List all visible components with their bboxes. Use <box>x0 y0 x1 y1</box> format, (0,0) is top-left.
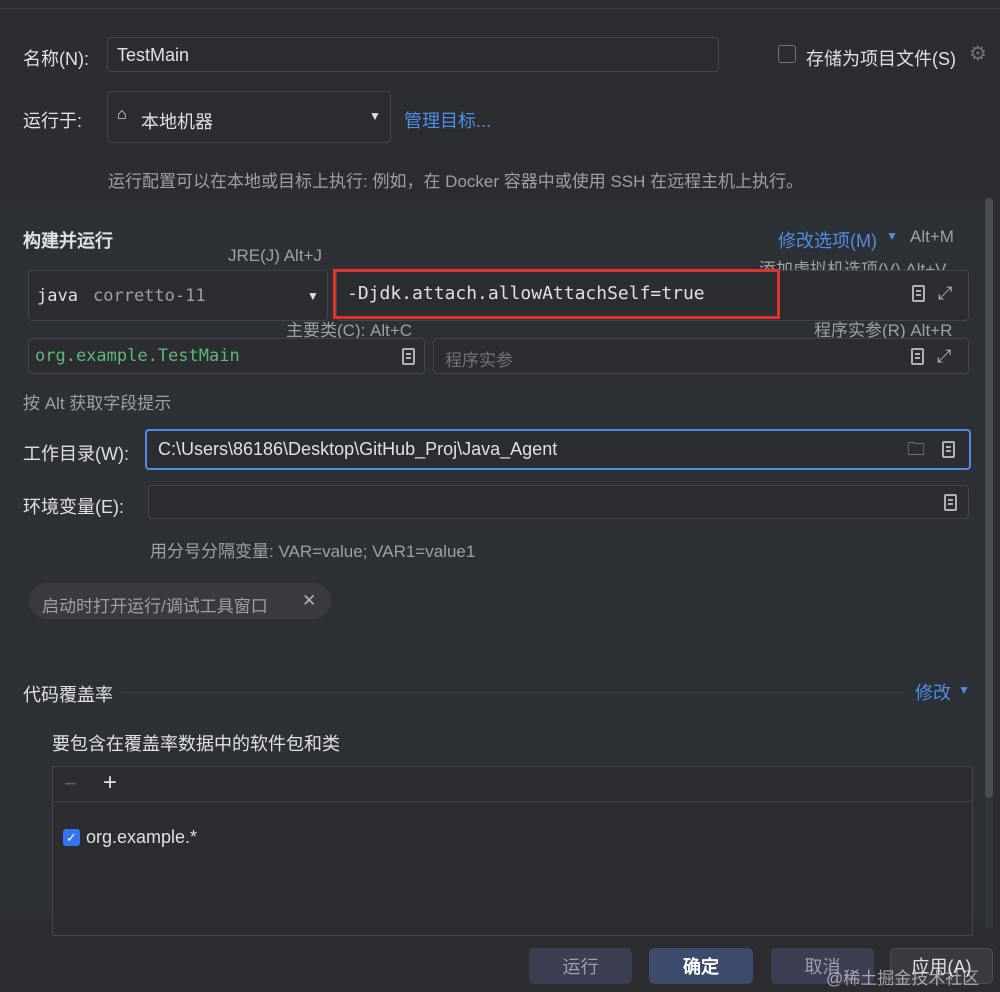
main-class-field[interactable]: org.example.TestMain <box>28 338 425 374</box>
name-label: 名称(N): <box>23 49 89 69</box>
env-field[interactable] <box>148 485 969 519</box>
open-tool-window-chip[interactable]: 启动时打开运行/调试工具窗口 ✕ <box>29 583 331 619</box>
home-icon: ⌂ <box>117 106 127 123</box>
alt-hint: 按 Alt 获取字段提示 <box>23 394 172 413</box>
env-hint: 用分号分隔变量: VAR=value; VAR1=value1 <box>150 542 476 561</box>
coverage-divider <box>122 692 904 693</box>
scrollbar-track[interactable] <box>985 198 993 928</box>
maximize-icon[interactable]: ⤢ <box>937 347 951 365</box>
run-on-hint: 运行配置可以在本地或目标上执行: 例如，在 Docker 容器中或使用 SSH … <box>108 172 804 191</box>
chevron-down-icon: ▼ <box>369 109 381 123</box>
chevron-down-icon: ▼ <box>307 289 319 303</box>
coverage-modify-link[interactable]: 修改 <box>915 679 951 705</box>
jre-value: corretto-11 <box>93 286 206 306</box>
top-divider <box>0 8 1000 9</box>
modify-shortcut: Alt+M <box>910 227 954 246</box>
coverage-item-checkbox[interactable]: ✓ <box>63 829 80 846</box>
chip-label: 启动时打开运行/调试工具窗口 <box>42 597 268 616</box>
close-icon[interactable]: ✕ <box>302 592 316 609</box>
name-value: TestMain <box>117 45 190 65</box>
jre-prefix: java <box>37 286 78 306</box>
run-target-select[interactable]: ⌂ 本地机器 ▼ <box>107 91 391 143</box>
gear-icon[interactable]: ⚙ <box>969 44 987 64</box>
run-button[interactable]: 运行 <box>529 948 632 984</box>
browse-class-icon[interactable] <box>402 348 415 365</box>
folder-icon[interactable]: 🗀 <box>907 440 925 458</box>
build-run-title: 构建并运行 <box>23 231 113 251</box>
expand-text-icon[interactable] <box>911 348 924 365</box>
coverage-chevron-icon: ▼ <box>958 683 970 697</box>
add-button[interactable]: + <box>103 769 117 797</box>
workdir-field[interactable]: C:\Users\86186\Desktop\GitHub_Proj\Java_… <box>145 429 971 470</box>
coverage-subtitle: 要包含在覆盖率数据中的软件包和类 <box>52 734 340 754</box>
vm-options-value: -Djdk.attach.allowAttachSelf=true <box>347 283 705 304</box>
jre-select[interactable]: java corretto-11 ▼ <box>28 270 328 321</box>
workdir-label: 工作目录(W): <box>23 444 129 464</box>
modify-chevron-icon: ▼ <box>886 229 898 243</box>
coverage-item-label: org.example.* <box>86 827 198 847</box>
env-label: 环境变量(E): <box>23 497 124 517</box>
store-checkbox[interactable] <box>778 45 796 63</box>
expand-text-icon[interactable] <box>912 285 925 302</box>
program-args-placeholder: 程序实参 <box>445 351 513 370</box>
watermark: @稀土掘金技术社区 <box>826 969 980 988</box>
run-on-label: 运行于: <box>23 111 83 131</box>
expand-text-icon[interactable] <box>942 441 955 458</box>
workdir-value: C:\Users\86186\Desktop\GitHub_Proj\Java_… <box>158 439 558 459</box>
ok-button[interactable]: 确定 <box>649 948 753 984</box>
coverage-title: 代码覆盖率 <box>23 685 113 705</box>
maximize-icon[interactable]: ⤢ <box>938 284 952 302</box>
toolbar-divider <box>53 801 972 802</box>
jre-hint: JRE(J) Alt+J <box>228 246 322 265</box>
name-field[interactable]: TestMain <box>107 37 719 72</box>
program-args-field[interactable]: 程序实参 ⤢ <box>433 338 969 374</box>
run-target-value: 本地机器 <box>141 112 213 132</box>
main-class-value: org.example.TestMain <box>35 346 240 366</box>
modify-options-link[interactable]: 修改选项(M) <box>778 227 877 253</box>
scrollbar-thumb[interactable] <box>985 198 993 798</box>
remove-button[interactable]: − <box>64 771 77 797</box>
store-label: 存储为项目文件(S) <box>806 49 956 69</box>
expand-text-icon[interactable] <box>944 494 957 511</box>
manage-targets-link[interactable]: 管理目标... <box>404 107 491 133</box>
coverage-list-panel: − + ✓ org.example.* <box>52 766 973 936</box>
